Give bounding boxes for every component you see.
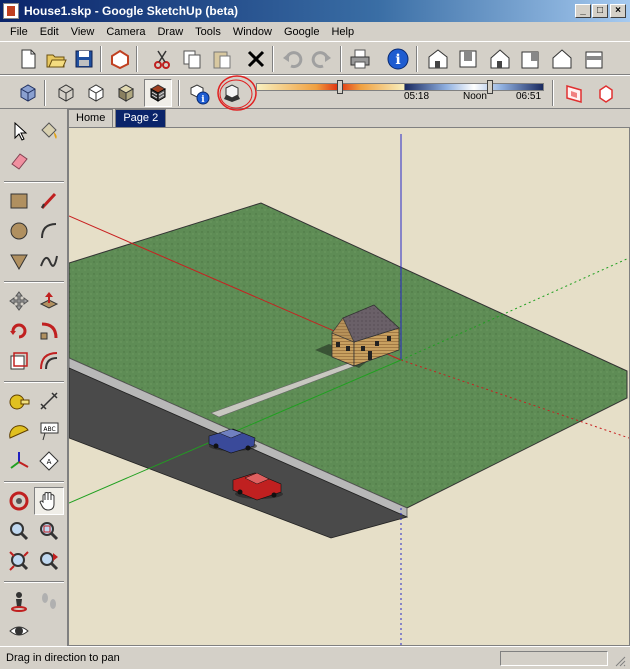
xray-icon[interactable] bbox=[14, 79, 42, 107]
tape-measure-icon[interactable] bbox=[4, 387, 34, 415]
arc-icon[interactable] bbox=[34, 217, 64, 245]
model-info-icon[interactable]: i bbox=[384, 45, 412, 73]
zoom-extents-icon[interactable] bbox=[4, 547, 34, 575]
drawing-viewport[interactable] bbox=[68, 127, 630, 646]
follow-me-icon[interactable] bbox=[34, 317, 64, 345]
back-view-icon[interactable] bbox=[548, 45, 576, 73]
svg-text:i: i bbox=[201, 95, 205, 105]
red-annotation-circle bbox=[217, 75, 257, 111]
sketchup-app-icon[interactable] bbox=[3, 3, 19, 19]
pan-icon[interactable] bbox=[34, 487, 64, 515]
measurements-box[interactable] bbox=[500, 651, 608, 666]
status-bar: Drag in direction to pan bbox=[0, 646, 630, 669]
new-file-icon[interactable] bbox=[14, 45, 42, 73]
menu-tools[interactable]: Tools bbox=[189, 26, 227, 38]
time-slider-thumb[interactable] bbox=[487, 80, 493, 94]
shaded-icon[interactable] bbox=[112, 79, 140, 107]
zoom-window-icon[interactable] bbox=[34, 517, 64, 545]
date-slider-thumb[interactable] bbox=[337, 80, 343, 94]
wireframe-icon[interactable] bbox=[52, 79, 80, 107]
polygon-icon[interactable] bbox=[4, 247, 34, 275]
print-icon[interactable] bbox=[346, 45, 374, 73]
rotate-icon[interactable] bbox=[4, 317, 34, 345]
redo-icon[interactable] bbox=[308, 45, 336, 73]
line-icon[interactable] bbox=[34, 187, 64, 215]
previous-view-icon[interactable] bbox=[34, 547, 64, 575]
front-view-icon[interactable] bbox=[486, 45, 514, 73]
orbit-icon[interactable] bbox=[4, 487, 34, 515]
scene-tabs: Home Page 2 bbox=[68, 109, 168, 127]
offset-icon[interactable] bbox=[34, 347, 64, 375]
circle-icon[interactable] bbox=[4, 217, 34, 245]
position-camera-icon[interactable] bbox=[4, 587, 34, 615]
menu-draw[interactable]: Draw bbox=[151, 26, 189, 38]
maximize-button[interactable]: □ bbox=[592, 4, 608, 18]
menu-view[interactable]: View bbox=[65, 26, 101, 38]
axes-icon[interactable] bbox=[4, 447, 34, 475]
menu-bar: File Edit View Camera Draw Tools Window … bbox=[0, 22, 630, 41]
move-icon[interactable] bbox=[4, 287, 34, 315]
time-start-label: 05:18 bbox=[404, 91, 430, 102]
tab-home[interactable]: Home bbox=[68, 109, 114, 127]
svg-text:A: A bbox=[47, 458, 52, 466]
make-component-icon[interactable] bbox=[106, 45, 134, 73]
look-around-icon[interactable] bbox=[4, 617, 34, 645]
scale-icon[interactable] bbox=[4, 347, 34, 375]
push-pull-icon[interactable] bbox=[34, 287, 64, 315]
styles-shadows-toolbar: i J F M A M J J A S O N D 05:18 Noon 06:… bbox=[0, 75, 630, 175]
close-button[interactable]: × bbox=[610, 4, 626, 18]
zoom-icon[interactable] bbox=[4, 517, 34, 545]
rectangle-icon[interactable] bbox=[4, 187, 34, 215]
freehand-icon[interactable] bbox=[34, 247, 64, 275]
section-plane-icon[interactable] bbox=[560, 79, 588, 107]
title-bar[interactable]: House1.skp - Google SketchUp (beta) _ □ … bbox=[0, 0, 630, 22]
time-noon-label: Noon bbox=[463, 91, 487, 102]
copy-icon[interactable] bbox=[178, 45, 206, 73]
menu-window[interactable]: Window bbox=[227, 26, 278, 38]
eraser-icon[interactable] bbox=[4, 147, 34, 175]
tab-page-2[interactable]: Page 2 bbox=[115, 109, 167, 127]
minimize-button[interactable]: _ bbox=[575, 4, 591, 18]
window-title: House1.skp - Google SketchUp (beta) bbox=[24, 4, 239, 18]
protractor-icon[interactable] bbox=[4, 417, 34, 445]
menu-help[interactable]: Help bbox=[325, 26, 360, 38]
time-slider[interactable] bbox=[404, 83, 544, 91]
select-icon[interactable] bbox=[4, 117, 34, 145]
section-display-icon[interactable] bbox=[592, 79, 620, 107]
paint-bucket-icon[interactable] bbox=[34, 117, 64, 145]
date-slider[interactable] bbox=[256, 83, 406, 91]
paste-icon[interactable] bbox=[208, 45, 236, 73]
standard-toolbar: i bbox=[0, 41, 630, 75]
right-view-icon[interactable] bbox=[516, 45, 544, 73]
cut-icon[interactable] bbox=[148, 45, 176, 73]
erase-icon[interactable] bbox=[242, 45, 270, 73]
menu-camera[interactable]: Camera bbox=[100, 26, 151, 38]
dimension-icon[interactable] bbox=[34, 387, 64, 415]
menu-google[interactable]: Google bbox=[278, 26, 325, 38]
shaded-textures-icon[interactable] bbox=[144, 79, 172, 107]
svg-text:ABC: ABC bbox=[43, 426, 55, 433]
shadow-settings-icon[interactable]: i bbox=[186, 79, 214, 107]
iso-view-icon[interactable] bbox=[424, 45, 452, 73]
menu-file[interactable]: File bbox=[4, 26, 34, 38]
top-view-icon[interactable] bbox=[454, 45, 482, 73]
resize-grip-icon[interactable] bbox=[614, 655, 626, 667]
scene-canvas[interactable] bbox=[69, 128, 630, 646]
menu-edit[interactable]: Edit bbox=[34, 26, 65, 38]
tool-palette: ABC A bbox=[0, 109, 68, 646]
status-message: Drag in direction to pan bbox=[6, 652, 120, 664]
save-icon[interactable] bbox=[70, 45, 98, 73]
text-icon[interactable]: ABC bbox=[34, 417, 64, 445]
time-end-label: 06:51 bbox=[516, 91, 542, 102]
walk-icon[interactable] bbox=[34, 587, 64, 615]
hidden-line-icon[interactable] bbox=[82, 79, 110, 107]
3d-text-icon[interactable]: A bbox=[34, 447, 64, 475]
svg-text:i: i bbox=[395, 52, 400, 68]
undo-icon[interactable] bbox=[278, 45, 306, 73]
open-file-icon[interactable] bbox=[42, 45, 70, 73]
left-view-icon[interactable] bbox=[580, 45, 608, 73]
